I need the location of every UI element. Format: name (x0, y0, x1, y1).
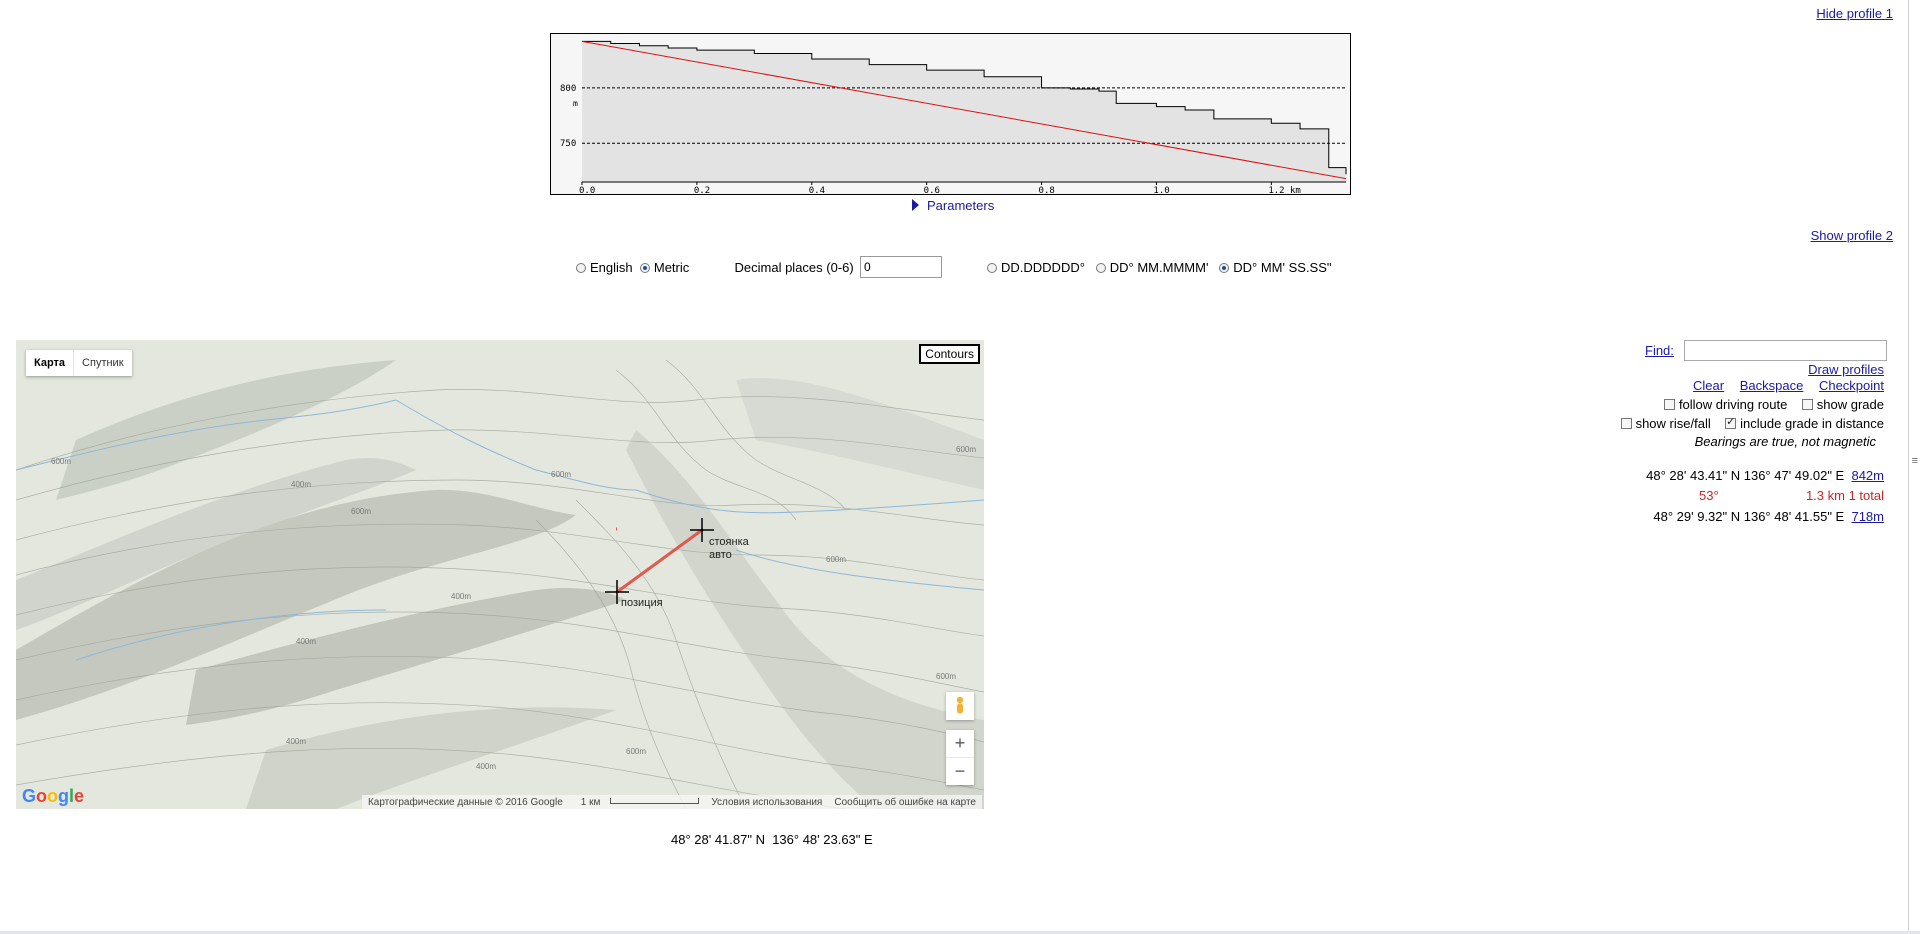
decimal-places-label: Decimal places (0-6) (734, 260, 854, 275)
segment-bearing: 53° (1699, 488, 1719, 503)
map-type-control: Карта Спутник (26, 350, 132, 376)
find-input[interactable] (1684, 340, 1887, 361)
contours-button[interactable]: Contours (919, 344, 980, 364)
contour-label: 600m (956, 445, 977, 454)
expand-triangle-icon (912, 199, 919, 211)
route-options-row-2: show rise/fall include grade in distance (1620, 415, 1884, 431)
contour-label: 400m (296, 637, 317, 646)
point-1-row: 48° 28' 43.41" N 136° 47' 49.02" E 842m (1646, 468, 1884, 483)
hide-profile-1-link[interactable]: Hide profile 1 (1816, 6, 1893, 21)
route-options-row-1: follow driving route show grade (1663, 397, 1884, 412)
english-label: English (590, 260, 633, 275)
panel-resize-grip-icon[interactable]: ≡ (1912, 455, 1918, 467)
google-logo[interactable]: Google (22, 786, 84, 807)
draw-profiles-link[interactable]: Draw profiles (1808, 362, 1884, 377)
coordinate-format-options: DD.DDDDDD° DD° MM.MMMM' DD° MM' SS.SS" (987, 260, 1332, 275)
marker-label-position: позиция (621, 597, 663, 609)
zoom-in-button[interactable]: + (946, 730, 974, 757)
follow-driving-route-label: follow driving route (1678, 397, 1788, 412)
format-ddmmss-radio[interactable] (1219, 263, 1230, 273)
contour-label: 600m (626, 747, 647, 756)
contour-label: 600m (51, 457, 72, 466)
show-rise-fall-checkbox[interactable] (1620, 418, 1632, 429)
point-2-coordinates: 48° 29' 9.32" N 136° 48' 41.55" E (1653, 509, 1845, 524)
profile-y-unit: m (573, 99, 578, 108)
elevation-profile-chart: 0.0 0.2 0.4 0.6 0.8 1.0 1.2 km 800 750 m (550, 33, 1351, 195)
backspace-link[interactable]: Backspace (1740, 378, 1804, 393)
include-grade-checkbox[interactable] (1725, 415, 1737, 429)
contour-label: 600m (936, 672, 957, 681)
elevation-profile-svg: 0.0 0.2 0.4 0.6 0.8 1.0 1.2 km 800 750 m (560, 40, 1347, 194)
show-rise-fall-label: show rise/fall (1635, 416, 1711, 431)
map-data-attribution: Картографические данные © 2016 Google (367, 796, 563, 808)
checkpoint-link[interactable]: Checkpoint (1819, 378, 1884, 393)
profile-x-tick-label: 1.2 km (1268, 186, 1301, 194)
profile-y-tick-label: 750 (560, 139, 576, 149)
contour-label: 400m (476, 762, 497, 771)
profile-x-tick-label: 0.8 (1039, 186, 1055, 194)
contour-label: 400m (291, 480, 312, 489)
show-profile-2-link[interactable]: Show profile 2 (1811, 228, 1893, 243)
relief-shade (626, 430, 984, 809)
scale-bar (610, 797, 700, 804)
profile-x-tick-label: 1.0 (1153, 186, 1169, 194)
point-1-coordinates: 48° 28' 43.41" N 136° 47' 49.02" E (1646, 468, 1845, 483)
decimal-places-input[interactable] (860, 256, 942, 278)
format-dd-label: DD.DDDDDD° (1001, 260, 1085, 275)
edit-links: Clear Backspace Checkpoint (1681, 378, 1884, 393)
show-grade-checkbox[interactable] (1801, 399, 1813, 410)
profile-y-tick-label: 800 (560, 84, 576, 94)
marker-label-parking-text: стоянка авто (709, 536, 749, 561)
format-dd-radio[interactable] (987, 263, 997, 273)
metric-radio[interactable] (639, 263, 650, 273)
segment-distance: 1.3 km 1 total (1805, 488, 1884, 503)
point-1-elevation-link[interactable]: 842m (1851, 468, 1884, 483)
terms-link[interactable]: Условия использования (705, 797, 828, 808)
find-link[interactable]: Find: (1645, 343, 1674, 358)
follow-driving-route-checkbox[interactable] (1663, 399, 1675, 410)
contour-label: 400m (286, 737, 307, 746)
pegman-figure-icon (956, 696, 964, 714)
contour-label: 600m (826, 555, 847, 564)
terrain-map-canvas[interactable] (16, 340, 984, 809)
contour-label: 600m (551, 470, 572, 479)
report-error-link[interactable]: Сообщить об ошибке на карте (828, 797, 982, 808)
terrain-map[interactable]: стоянка авто позиция 600m 400m 600m 400m… (16, 340, 984, 809)
format-ddmm-label: DD° MM.MMMM' (1109, 260, 1209, 275)
map-scale-label: 1 км (580, 796, 601, 808)
show-grade-label: show grade (1816, 397, 1884, 412)
parameters-toggle[interactable]: Parameters (912, 198, 994, 213)
contour-label: 400m (451, 592, 472, 601)
map-center-coordinates: 48° 28' 41.87" N 136° 48' 23.63" E (671, 832, 873, 847)
point-2-elevation-link[interactable]: 718m (1851, 509, 1884, 524)
format-ddmmss-label: DD° MM' SS.SS" (1233, 260, 1332, 275)
parameters-label: Parameters (927, 198, 995, 213)
segment-row: 53° 1.3 km 1 total (1699, 488, 1884, 503)
zoom-control: + − (946, 730, 974, 785)
street-view-pegman-icon[interactable] (946, 692, 974, 720)
bearing-note: Bearings are true, not magnetic (1694, 434, 1876, 449)
format-ddmm-radio[interactable] (1095, 263, 1106, 273)
english-radio[interactable] (576, 263, 586, 273)
relief-shade (246, 707, 616, 809)
point-2-row: 48° 29' 9.32" N 136° 48' 41.55" E 718m (1653, 509, 1884, 524)
profile-x-tick-label: 0.2 (694, 186, 710, 194)
map-type-map-tab[interactable]: Карта (26, 350, 75, 376)
contour-label: 600m (351, 507, 372, 516)
map-scale: 1 км (569, 797, 706, 808)
clear-link[interactable]: Clear (1693, 378, 1724, 393)
panel-divider[interactable] (1908, 0, 1909, 934)
units-options: English Metric Decimal places (0-6) (576, 260, 854, 275)
zoom-out-button[interactable]: − (946, 758, 974, 785)
profile-x-tick-label: 0.6 (924, 186, 940, 194)
relief-shade (736, 378, 984, 490)
include-grade-label: include grade in distance (1740, 416, 1884, 431)
metric-label: Metric (653, 260, 690, 275)
map-attribution-bar: Картографические данные © 2016 Google 1 … (361, 795, 982, 809)
profile-x-tick-label: 0.4 (809, 186, 825, 194)
map-type-satellite-tab[interactable]: Спутник (74, 350, 131, 376)
marker-label-parking: стоянка авто (709, 536, 749, 562)
profile-x-tick-label: 0.0 (579, 186, 595, 194)
